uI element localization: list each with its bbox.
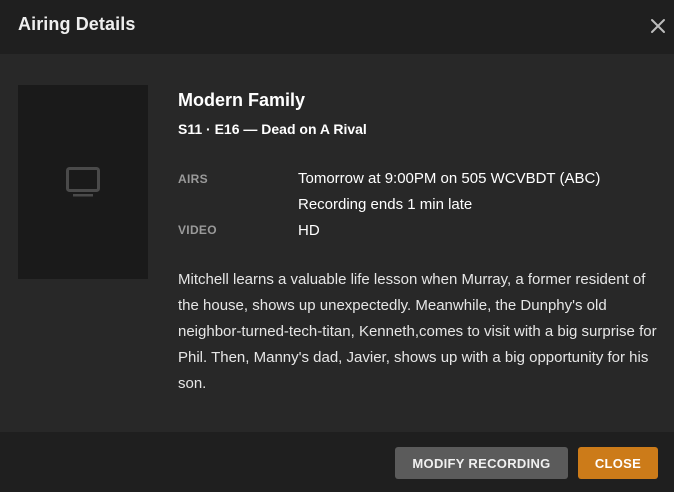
episode-summary: Mitchell learns a valuable life lesson w… — [178, 271, 657, 392]
video-value: HD — [298, 222, 320, 239]
airs-value: Tomorrow at 9:00PM on 505 WCVBDT (ABC) — [298, 170, 601, 187]
modal-title: Airing Details — [18, 14, 136, 34]
episode-title: S11 · E16 — Dead on A Rival — [178, 121, 367, 137]
show-title: Modern Family — [178, 90, 306, 110]
tv-icon — [66, 167, 100, 197]
video-label: VIDEO — [178, 223, 217, 237]
modify-recording-button[interactable]: MODIFY RECORDING — [395, 447, 568, 479]
close-x-icon[interactable] — [646, 14, 670, 38]
modal-footer: MODIFY RECORDING CLOSE — [0, 432, 674, 492]
airing-details-modal: Airing Details Modern Family S11 · E16 —… — [0, 0, 674, 492]
close-button[interactable]: CLOSE — [578, 447, 658, 479]
airs-label: AIRS — [178, 172, 208, 186]
close-x-glyph — [651, 19, 665, 33]
modal-header: Airing Details — [0, 0, 674, 54]
poster-placeholder — [18, 85, 148, 279]
recording-note: Recording ends 1 min late — [298, 196, 473, 213]
